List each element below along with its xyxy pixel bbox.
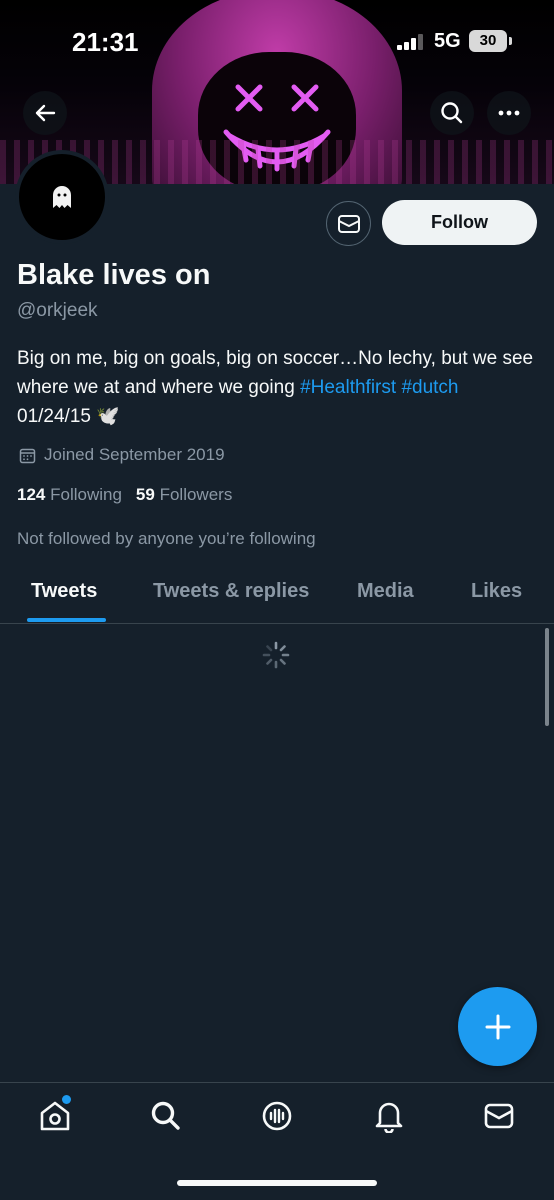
status-time: 21:31 [72,27,139,57]
profile-bio: Big on me, big on goals, big on soccer…N… [17,344,537,431]
hashtag-link[interactable]: #dutch [401,377,458,398]
active-tab-indicator [27,618,106,622]
compose-tweet-button[interactable] [458,987,537,1066]
tab-tweets-replies[interactable]: Tweets & replies [153,580,309,603]
more-button[interactable] [487,91,531,135]
followers-link[interactable]: 59 Followers [136,485,232,505]
nav-notifications[interactable] [371,1098,407,1134]
notifications-icon [375,1102,403,1133]
messages-icon [484,1103,514,1129]
home-icon [40,1101,70,1131]
tab-tweets[interactable]: Tweets [31,580,97,603]
not-followed-note: Not followed by anyone you’re following [17,529,316,548]
home-indicator [177,1180,377,1186]
followers-label: Followers [159,485,233,504]
nav-messages[interactable] [481,1098,517,1134]
notification-dot [62,1095,71,1104]
following-link[interactable]: 124 Following [17,485,122,505]
plus-icon [485,1014,510,1039]
more-icon [498,110,520,116]
envelope-icon [337,214,360,233]
battery-icon: 30 [469,30,512,52]
bio-tail: 01/24/15 🕊️ [17,406,120,427]
back-arrow-icon [35,104,56,122]
calendar-icon [19,448,36,463]
followers-count: 59 [135,485,155,504]
hashtag-link[interactable]: #Healthfirst [300,377,396,398]
follow-button[interactable]: Follow [382,200,537,245]
profile-name: Blake lives on [17,259,211,291]
spaces-icon [262,1101,292,1131]
signal-icon [397,34,427,50]
scrollbar[interactable] [545,628,549,726]
joined-date: Joined September 2019 [19,445,225,465]
status-bar: 21:31 5G 30 [0,0,554,80]
network-label: 5G [434,30,461,52]
search-button[interactable] [430,91,474,135]
back-button[interactable] [23,91,67,135]
profile-handle: @orkjeek [17,300,98,321]
search-icon [441,102,463,124]
following-count: 124 [17,485,46,504]
follow-stats: 124 Following 59 Followers [17,485,232,505]
loading-spinner-icon [262,641,290,669]
search-icon [151,1101,180,1130]
nav-spaces[interactable] [259,1098,295,1134]
ghost-icon [53,186,71,208]
tab-likes[interactable]: Likes [471,580,522,603]
following-label: Following [50,485,122,504]
profile-tabs: Tweets Tweets & replies Media Likes [0,562,554,624]
joined-text: Joined September 2019 [44,445,225,464]
message-button[interactable] [326,201,371,246]
avatar[interactable] [15,150,109,244]
tab-media[interactable]: Media [357,580,414,603]
nav-search[interactable] [148,1098,184,1134]
